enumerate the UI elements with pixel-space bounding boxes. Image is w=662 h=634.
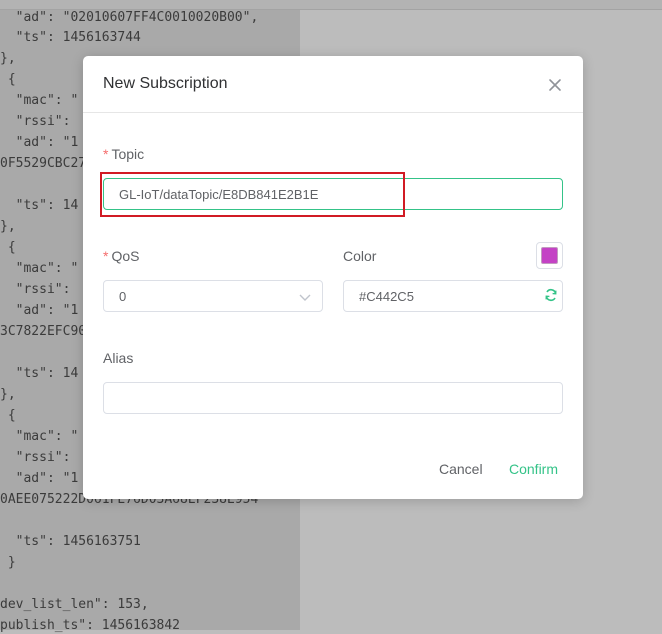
required-mark: * <box>103 248 109 264</box>
json-line: } <box>0 555 16 570</box>
json-line: { <box>0 408 16 423</box>
cancel-button[interactable]: Cancel <box>439 461 483 477</box>
color-swatch <box>541 247 558 264</box>
json-line: "rssi": <box>0 282 71 297</box>
json-line: publish_ts": 1456163842 <box>0 618 181 633</box>
json-line: "mac": " <box>0 261 79 276</box>
json-line: }, <box>0 219 16 234</box>
json-line: "mac": " <box>0 93 79 108</box>
json-line: "rssi": <box>0 114 71 129</box>
json-line: dev_list_len": 153, <box>0 597 149 612</box>
chevron-down-icon[interactable] <box>297 289 313 305</box>
json-line: }, <box>0 51 16 66</box>
color-label: Color <box>343 248 377 264</box>
json-line: "mac": " <box>0 429 79 444</box>
json-line: "ad": "02010607FF4C0010020B00", <box>0 10 259 25</box>
json-line: { <box>0 72 16 87</box>
qos-label: * QoS <box>103 248 139 264</box>
new-subscription-dialog: New Subscription *Topic *QoS Color <box>83 56 583 499</box>
qos-label-text: QoS <box>111 248 140 264</box>
json-line: "ts": 1456163744 <box>0 30 141 45</box>
json-line: "ad": "1 <box>0 135 79 150</box>
qos-select[interactable] <box>103 280 323 312</box>
json-line: 0F5529CBC27 <box>0 156 87 171</box>
color-input[interactable] <box>343 280 563 312</box>
topic-label: * Topic <box>103 146 144 162</box>
refresh-icon[interactable] <box>544 288 558 302</box>
alias-input[interactable] <box>103 382 563 414</box>
confirm-button[interactable]: Confirm <box>509 461 558 477</box>
background-top-bar <box>0 0 662 10</box>
required-mark: * <box>103 146 109 162</box>
json-line: 3C7822EFC90 <box>0 324 87 339</box>
json-line: "rssi": <box>0 450 71 465</box>
topic-label-text: Topic <box>111 146 145 162</box>
json-line: "ts": 1456163751 <box>0 534 141 549</box>
json-line: "ts": 14 <box>0 198 79 213</box>
dialog-header: New Subscription <box>83 56 583 113</box>
json-line: "ad": "1 <box>0 471 79 486</box>
json-line: "ad": "1 <box>0 303 79 318</box>
dialog-title: New Subscription <box>103 75 228 92</box>
json-line: "ts": 14 <box>0 366 79 381</box>
annotation-highlight-box <box>100 172 405 217</box>
alias-label: Alias <box>103 350 134 366</box>
json-line: }, <box>0 387 16 402</box>
color-picker-button[interactable] <box>536 242 563 269</box>
json-line: { <box>0 240 16 255</box>
close-icon[interactable] <box>545 75 565 95</box>
